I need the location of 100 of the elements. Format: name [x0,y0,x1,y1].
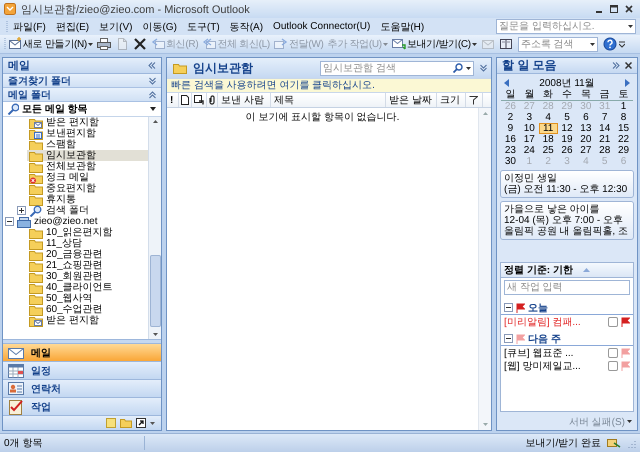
previous-month-icon[interactable] [504,79,509,87]
menu-item[interactable]: 동작(A) [224,18,268,34]
task-item[interactable]: [미리알림] 컴패... [504,314,605,328]
calendar-day[interactable]: 29 [614,145,633,156]
calendar-day[interactable]: 10 [520,123,539,134]
folder-item[interactable]: 20_금융관련 [27,249,148,260]
folder-item[interactable]: 스팸함 [27,139,148,150]
splitter-handle[interactable] [3,339,161,343]
column-header[interactable]: 받은 날짜 [386,93,437,107]
calendar-day[interactable]: 4 [538,112,558,123]
folder-item[interactable]: 30_회원관련 [27,271,148,282]
scrollbar[interactable] [148,117,161,339]
calendar-day[interactable]: 1 [614,101,633,112]
close-icon[interactable] [624,4,634,14]
nav-button[interactable]: 메일 [3,343,161,361]
toolbar-options-icon[interactable] [618,39,625,49]
calendar-day[interactable]: 20 [576,134,596,145]
column-header[interactable] [179,93,192,107]
search-box[interactable]: 임시보관함 검색 [320,60,474,76]
scrollbar[interactable] [478,108,491,430]
calendar-day[interactable]: 5 [558,112,576,123]
menu-item[interactable]: 도구(T) [182,18,225,34]
new-task-field[interactable]: 새 작업 입력 [505,281,629,294]
folder-item[interactable]: 21_쇼핑관련 [27,260,148,271]
help-button[interactable] [600,36,619,52]
next-month-icon[interactable] [625,79,630,87]
task-item[interactable]: [웹] 망미제일교... [504,358,605,372]
menu-item[interactable]: 도움말(H) [375,18,430,34]
help-question-field[interactable]: 질문을 입력하십시오. [496,19,636,34]
print-button[interactable] [94,36,113,52]
folder-item[interactable]: 60_수업관련 [27,304,148,315]
calendar-day[interactable]: 28 [595,145,614,156]
menu-item[interactable]: 보기(V) [94,18,138,34]
expand-toggle-icon[interactable] [17,206,26,215]
menu-item[interactable]: 이동(G) [137,18,182,34]
quick-search-hint[interactable]: 빠른 검색을 사용하려면 여기를 클릭하십시오. [167,78,491,93]
calendar-day[interactable]: 26 [558,145,576,156]
folder-item[interactable]: 40_클라이언트 [27,282,148,293]
calendar-day[interactable]: 2 [501,112,520,123]
search-icon[interactable] [453,63,463,73]
folder-search-field[interactable]: 임시보관함 검색 [321,62,450,74]
section-header[interactable]: 즐겨찾기 폴더 [3,74,161,88]
task-checkbox[interactable] [608,348,618,358]
nav-button[interactable]: 연락처 [3,379,161,397]
appointment-card[interactable]: 가을으로 낳은 아이를 12-04 (목) 오후 7:00 - 오후 올림픽 공원 내 올림픽홀, 조 [500,201,634,240]
folder-item[interactable]: 받은 편지함 [27,315,148,326]
nav-button[interactable]: 작업 [3,397,161,415]
send-receive-button[interactable]: 보내기/받기(C) [390,36,479,52]
folder-item[interactable]: 중요편지함 [27,183,148,194]
calendar-day[interactable]: 21 [595,134,614,145]
calendar-day[interactable]: 8 [614,112,633,123]
calendar-day[interactable]: 6 [576,112,596,123]
calendar-day[interactable]: 17 [520,134,539,145]
task-item[interactable]: [큐브] 웹표준 ... [504,346,605,360]
calendar-day[interactable]: 12 [558,123,576,134]
task-checkbox[interactable] [608,360,618,370]
expand-icon[interactable] [612,62,620,69]
calendar-day[interactable]: 3 [520,112,539,123]
calendar-day[interactable]: 11 [538,123,558,134]
folder-item[interactable]: 검색 폴더 [27,205,148,216]
section-header[interactable]: 메일 폴더 [3,88,161,102]
collapse-toggle-icon[interactable] [5,217,14,226]
calendar-day[interactable]: 27 [576,145,596,156]
menu-item[interactable]: Outlook Connector(U) [268,20,376,33]
calendar-day[interactable]: 24 [520,145,539,156]
scrollbar-thumb[interactable] [150,255,160,327]
collapse-icon[interactable] [148,62,156,69]
collapse-toggle-icon[interactable] [504,334,513,343]
column-header[interactable]: 제목 [271,93,386,107]
menu-item[interactable]: 파일(F) [8,18,51,34]
column-header[interactable]: 크기 [437,93,466,107]
appointment-card[interactable]: 이정민 생일 (금) 오전 11:30 - 오후 12:30 [500,170,634,198]
calendar-day[interactable]: 16 [501,134,520,145]
calendar-day[interactable]: 13 [576,123,596,134]
folder-item[interactable]: 정크 메일 [27,172,148,183]
menu-item[interactable]: 편집(E) [50,18,94,34]
calendar-day[interactable]: 23 [501,145,520,156]
folder-item[interactable]: 50_웹사역 [27,293,148,304]
folder-item[interactable]: 11_상담 [27,238,148,249]
close-icon[interactable] [625,62,632,69]
configure-buttons-icon[interactable] [150,422,155,424]
calendar-day[interactable]: 18 [538,134,558,145]
folder-item[interactable]: 전체보관함 [27,161,148,172]
calendar-day[interactable]: 9 [501,123,520,134]
view-selector[interactable]: 모든 메일 항목 [3,102,161,117]
folder-item[interactable]: 휴지통 [27,194,148,205]
calendar-day[interactable]: 7 [595,112,614,123]
maximize-icon[interactable] [609,4,619,14]
new-button[interactable]: 새로 만들기(N) [6,36,95,52]
column-header[interactable] [192,93,207,107]
calendar-day[interactable]: 25 [538,145,558,156]
nav-button[interactable]: 일정 [3,361,161,379]
column-header[interactable]: ! [167,93,179,107]
folder-item[interactable]: 보낸편지함 [27,128,148,139]
expand-search-icon[interactable] [480,64,487,72]
folder-item[interactable]: 임시보관함 [27,150,148,161]
address-search-field[interactable]: 주소록 검색 [518,36,598,52]
task-checkbox[interactable] [608,316,618,326]
calendar-day[interactable]: 19 [558,134,576,145]
calendar-day[interactable]: 30 [501,156,520,167]
